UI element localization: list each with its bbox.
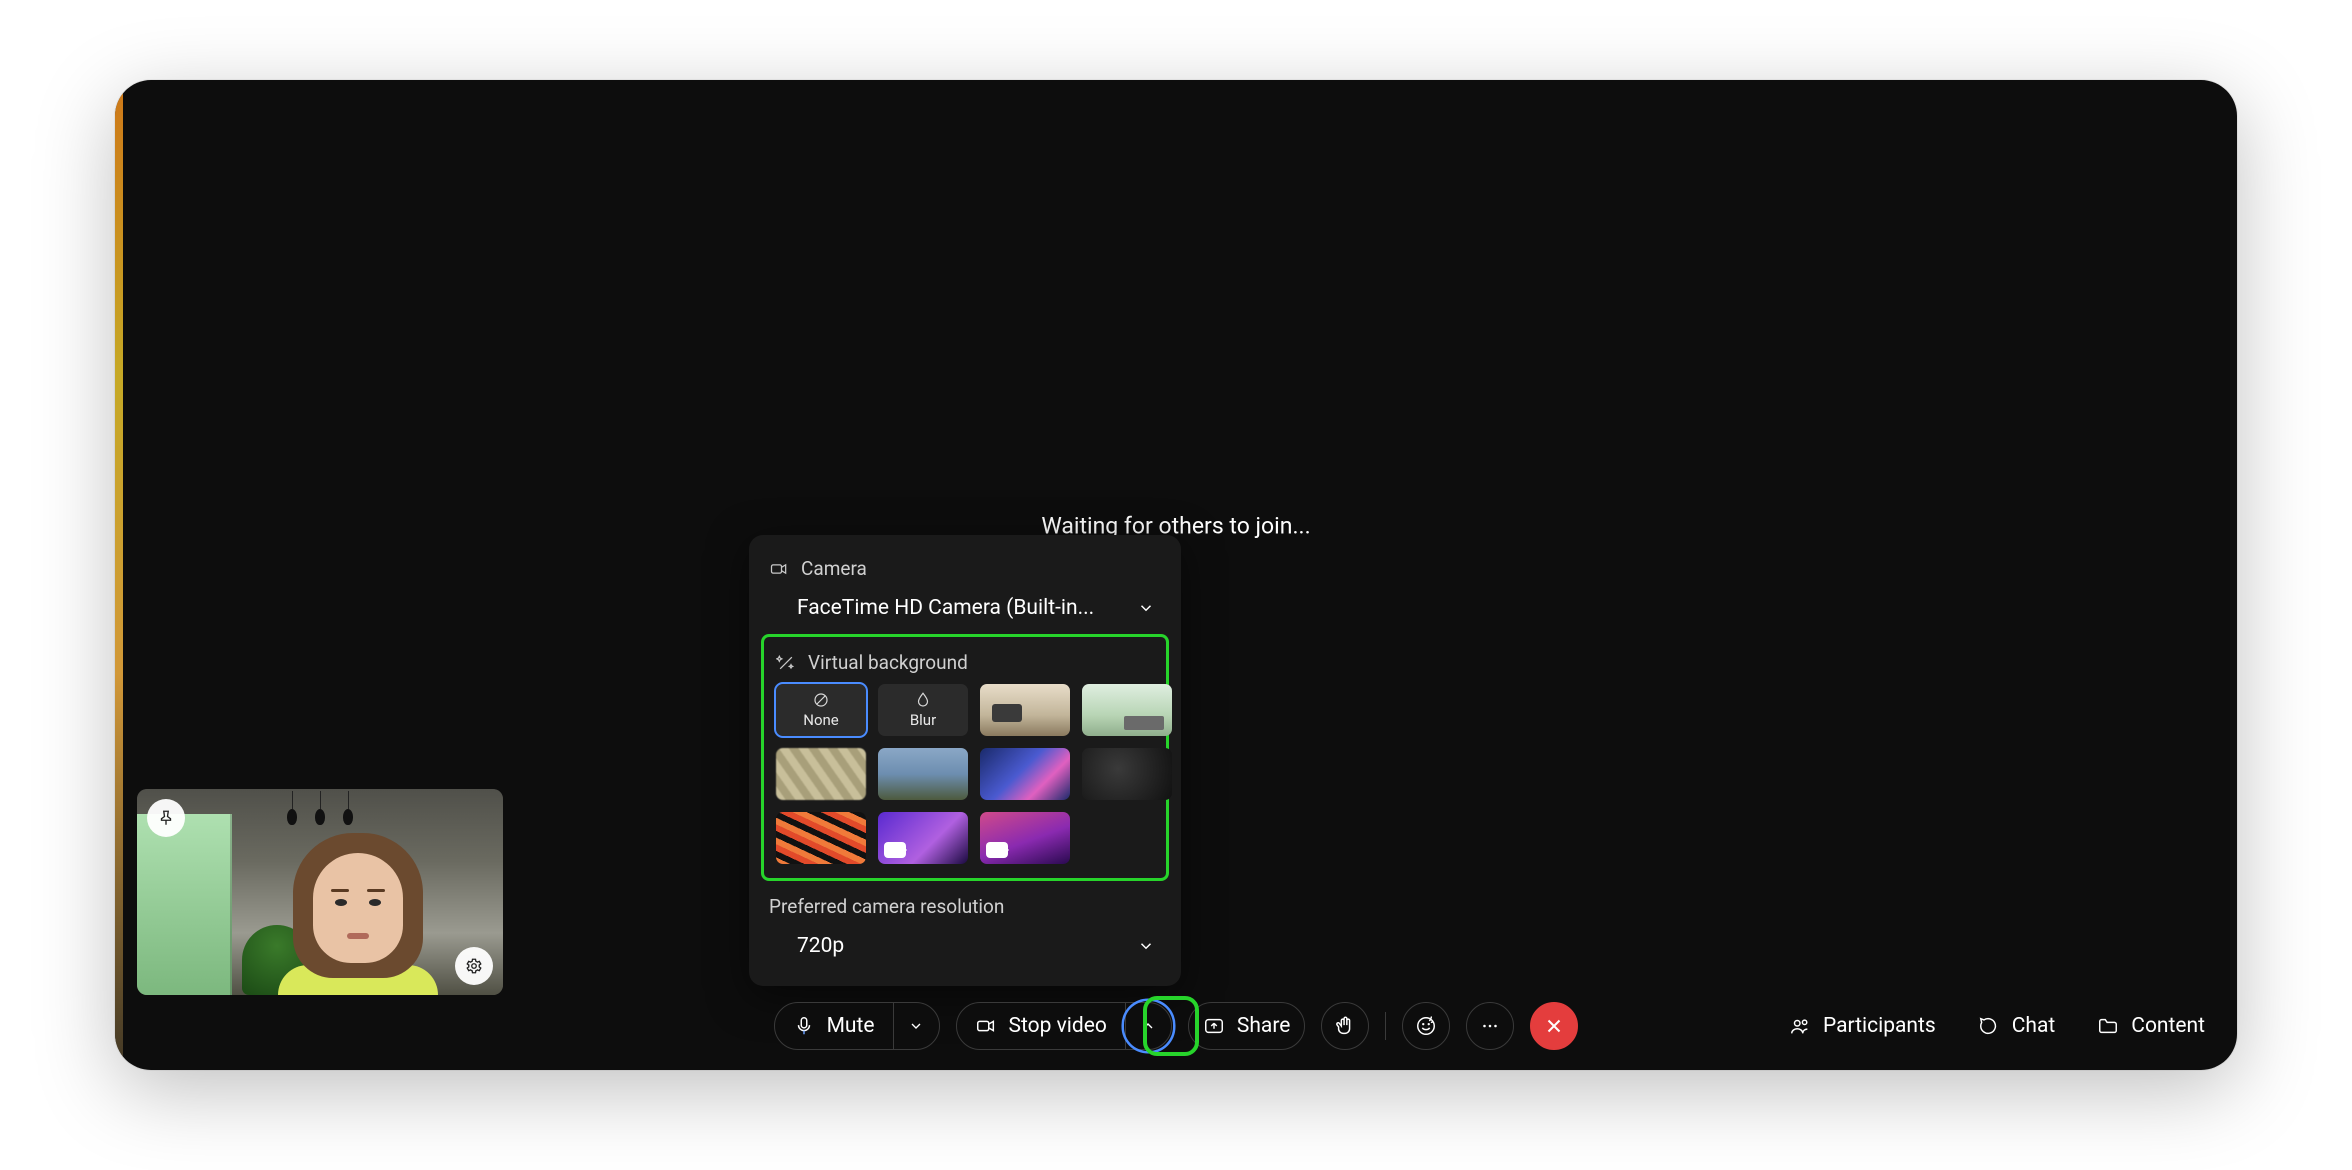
virtual-background-header: Virtual background <box>764 651 1166 674</box>
stop-video-button[interactable]: Stop video <box>957 1003 1125 1049</box>
self-view-person <box>263 815 453 995</box>
window-edge-accent <box>115 80 123 1070</box>
blur-icon <box>914 691 932 709</box>
chat-icon <box>1978 1015 2000 1037</box>
resolution-section-header: Preferred camera resolution <box>769 895 1161 918</box>
chevron-up-icon <box>1140 1018 1156 1034</box>
content-button[interactable]: Content <box>2097 1014 2205 1038</box>
meeting-window: Waiting for others to join... Camera <box>115 80 2237 1070</box>
self-video-thumbnail[interactable] <box>137 789 503 995</box>
virtual-bg-image-5[interactable] <box>980 748 1070 800</box>
raise-hand-icon <box>1334 1015 1356 1037</box>
share-button[interactable]: Share <box>1188 1002 1306 1050</box>
close-icon <box>1543 1015 1565 1037</box>
video-settings-popover: Camera FaceTime HD Camera (Built-in... V… <box>749 535 1181 986</box>
chevron-down-icon <box>908 1018 924 1034</box>
magic-wand-icon <box>776 653 796 673</box>
virtual-bg-image-4[interactable] <box>878 748 968 800</box>
mute-button[interactable]: Mute <box>775 1003 893 1049</box>
toolbar-divider <box>1385 1012 1386 1040</box>
resolution-select[interactable]: 720p <box>769 928 1161 964</box>
reactions-button[interactable] <box>1402 1002 1450 1050</box>
self-view-settings-button[interactable] <box>455 947 493 985</box>
raise-hand-button[interactable] <box>1321 1002 1369 1050</box>
share-screen-icon <box>1203 1015 1225 1037</box>
virtual-background-grid: None Blur <box>764 684 1166 864</box>
more-options-button[interactable] <box>1466 1002 1514 1050</box>
pin-icon <box>157 809 175 827</box>
virtual-bg-image-3[interactable] <box>776 748 866 800</box>
virtual-bg-image-7[interactable] <box>776 812 866 864</box>
microphone-icon <box>793 1015 815 1037</box>
gear-icon <box>465 957 483 975</box>
virtual-bg-image-1[interactable] <box>980 684 1070 736</box>
none-icon <box>812 691 830 709</box>
virtual-bg-blur[interactable]: Blur <box>878 684 968 736</box>
video-camera-icon <box>975 1015 997 1037</box>
participants-button[interactable]: Participants <box>1789 1014 1936 1038</box>
camera-icon <box>769 559 789 579</box>
resolution-selected-value: 720p <box>797 934 844 958</box>
virtual-bg-custom-2[interactable] <box>980 812 1070 864</box>
camera-section-header: Camera <box>769 557 1161 580</box>
leave-meeting-button[interactable] <box>1530 1002 1578 1050</box>
chevron-down-icon <box>1137 599 1155 617</box>
meeting-toolbar-right: Participants Chat Content <box>1789 1002 2205 1050</box>
chat-button[interactable]: Chat <box>1978 1014 2056 1038</box>
video-options-caret[interactable] <box>1125 1003 1171 1049</box>
camera-badge-icon <box>986 842 1008 858</box>
pin-self-view-button[interactable] <box>147 799 185 837</box>
participants-icon <box>1789 1015 1811 1037</box>
smile-icon <box>1415 1015 1437 1037</box>
camera-select[interactable]: FaceTime HD Camera (Built-in... <box>769 590 1161 626</box>
virtual-bg-image-2[interactable] <box>1082 684 1172 736</box>
virtual-background-section: Virtual background None Blur <box>761 634 1169 881</box>
camera-badge-icon <box>884 842 906 858</box>
chevron-down-icon <box>1137 937 1155 955</box>
virtual-bg-custom-1[interactable] <box>878 812 968 864</box>
video-button-group: Stop video <box>956 1002 1172 1050</box>
folder-icon <box>2097 1015 2119 1037</box>
mute-button-group: Mute <box>774 1002 940 1050</box>
virtual-bg-image-6[interactable] <box>1082 748 1172 800</box>
virtual-bg-none[interactable]: None <box>776 684 866 736</box>
more-horizontal-icon <box>1479 1015 1501 1037</box>
mute-options-caret[interactable] <box>893 1003 939 1049</box>
camera-selected-value: FaceTime HD Camera (Built-in... <box>797 596 1094 620</box>
